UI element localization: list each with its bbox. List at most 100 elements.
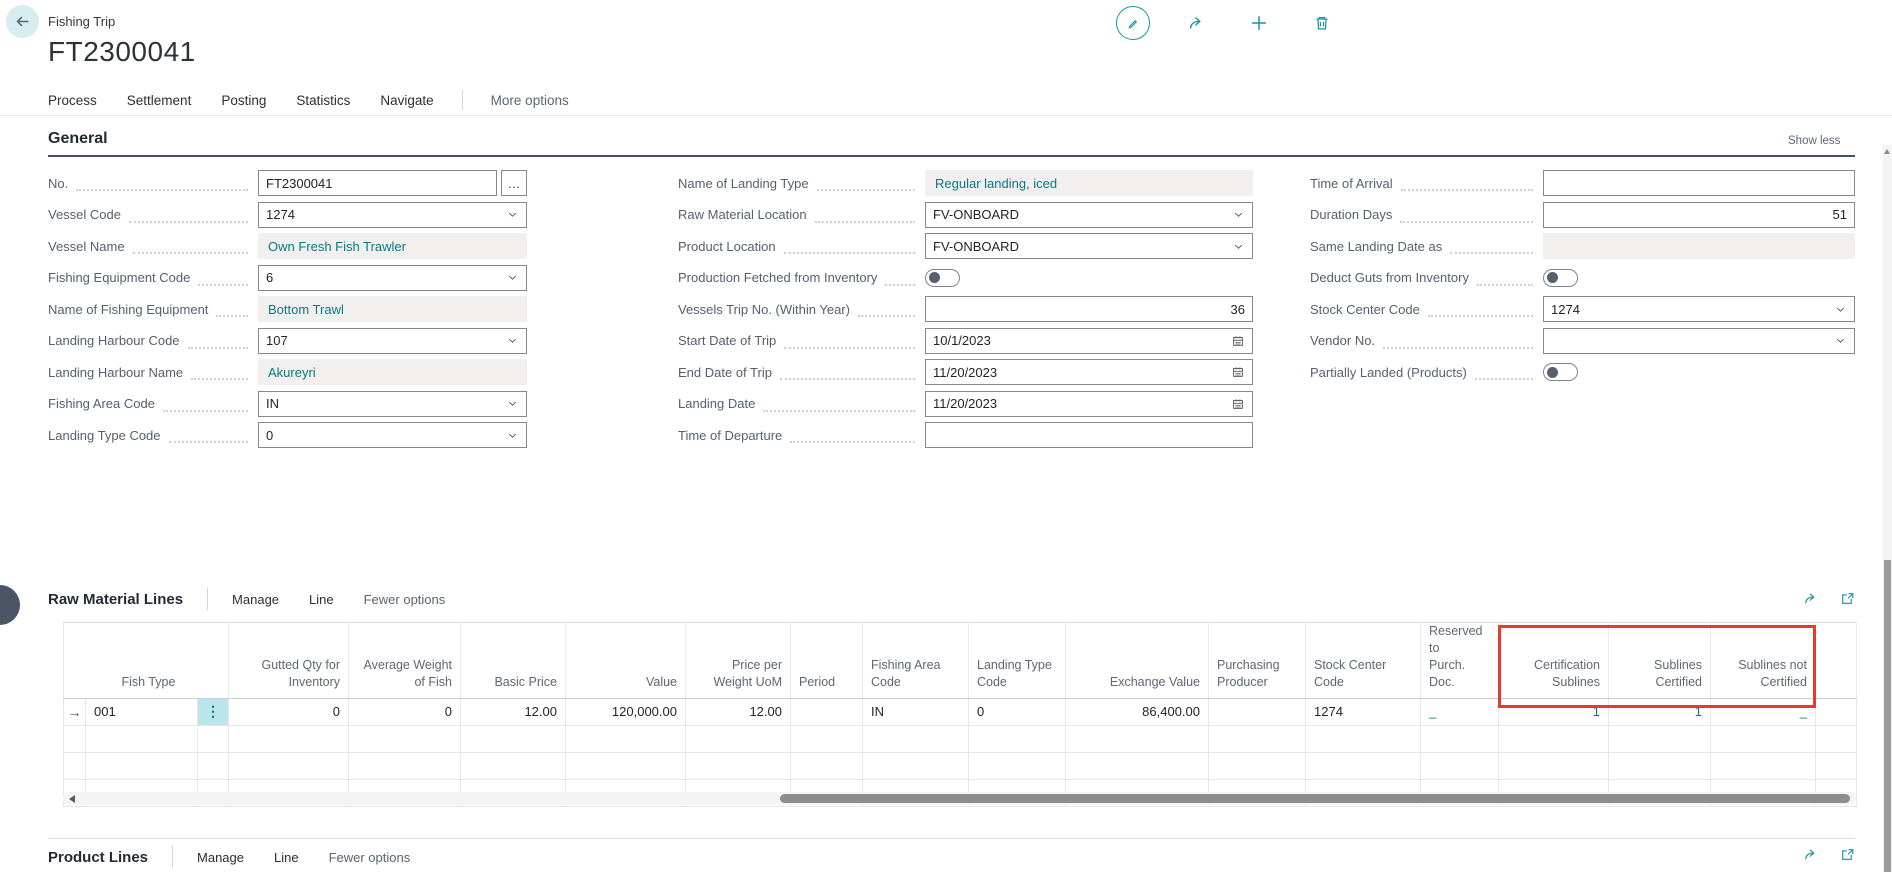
scroll-left-arrow-icon[interactable] [69, 795, 75, 803]
time-of-arrival-input[interactable] [1543, 170, 1855, 196]
column-header-landing-type-code[interactable]: Landing Type Code [969, 623, 1066, 699]
cell-exchange-value[interactable]: 86,400.00 [1066, 698, 1209, 725]
menu-item-more-options[interactable]: More options [491, 93, 569, 108]
vertical-scrollbar[interactable] [1883, 145, 1892, 872]
cell-price-per-weight-uom[interactable]: 12.00 [686, 698, 791, 725]
toggle-partially-landed-products[interactable] [1543, 363, 1578, 381]
cell-value-link[interactable]: _ [1800, 704, 1807, 719]
cell-fishing-area-code[interactable]: IN [863, 698, 969, 725]
column-header-basic-price[interactable]: Basic Price [461, 623, 566, 699]
landing-type-code-input[interactable]: 0 [258, 422, 527, 448]
toggle-deduct-guts-from-inventory[interactable] [1543, 269, 1578, 287]
column-header-value[interactable]: Value [566, 623, 686, 699]
column-header-exchange-value[interactable]: Exchange Value [1066, 623, 1209, 699]
show-less-link[interactable]: Show less [1788, 135, 1840, 147]
menu-item-statistics[interactable]: Statistics [296, 93, 350, 108]
toggle-production-fetched-from-inventory[interactable] [925, 269, 960, 287]
assist-edit-button[interactable]: … [501, 170, 527, 196]
column-header-period[interactable]: Period [791, 623, 863, 699]
chevron-down-icon[interactable] [1232, 240, 1245, 253]
vendor-no-input[interactable] [1543, 328, 1855, 354]
column-header-purchasing-producer[interactable]: Purchasing Producer [1209, 623, 1306, 699]
calendar-icon[interactable] [1231, 365, 1245, 379]
column-header-stock-center-code[interactable]: Stock Center Code [1306, 623, 1421, 699]
column-header-certification-sublines[interactable]: Certification Sublines [1499, 623, 1609, 699]
pl-menu-line[interactable]: Line [274, 850, 299, 865]
column-header-sublines-not-certified[interactable]: Sublines not Certified [1711, 623, 1816, 699]
menu-item-process[interactable]: Process [48, 93, 97, 108]
expand-window-icon[interactable] [1839, 590, 1856, 607]
cell-sublines-not-certified[interactable]: _ [1711, 698, 1816, 725]
menu-item-navigate[interactable]: Navigate [380, 93, 433, 108]
no-input[interactable]: FT2300041 [258, 170, 497, 196]
fishing-equipment-code-input[interactable]: 6 [258, 265, 527, 291]
share-icon[interactable] [1802, 846, 1819, 863]
vessels-trip-no-within-year-input[interactable]: 36 [925, 296, 1253, 322]
share-icon[interactable] [1802, 590, 1819, 607]
cell-reserved-to-purch-doc[interactable]: _ [1421, 698, 1499, 725]
back-button[interactable] [6, 5, 39, 38]
landing-harbour-code-input[interactable]: 107 [258, 328, 527, 354]
calendar-icon[interactable] [1231, 334, 1245, 348]
cell-fish-type[interactable]: 001 [86, 698, 198, 725]
general-section-heading[interactable]: General [48, 130, 108, 148]
cell-period[interactable] [791, 698, 863, 725]
stock-center-code-input[interactable]: 1274 [1543, 296, 1855, 322]
fishing-area-code-input[interactable]: IN [258, 391, 527, 417]
end-date-of-trip-input[interactable]: 11/20/2023 [925, 359, 1253, 385]
chevron-down-icon[interactable] [506, 429, 519, 442]
cell-stock-center-code[interactable]: 1274 [1306, 698, 1421, 725]
cell-value-link[interactable]: 1 [1695, 704, 1702, 719]
share-button[interactable] [1179, 6, 1213, 40]
pl-menu-manage[interactable]: Manage [197, 850, 244, 865]
rml-menu-line[interactable]: Line [309, 592, 334, 607]
chevron-down-icon[interactable] [506, 334, 519, 347]
side-panel-handle[interactable] [0, 585, 20, 625]
edit-button[interactable] [1116, 6, 1150, 40]
landing-date-input[interactable]: 11/20/2023 [925, 391, 1253, 417]
rml-menu-fewer-options[interactable]: Fewer options [364, 592, 446, 607]
row-options-button[interactable]: ⋮ [198, 698, 229, 725]
cell-basic-price[interactable]: 12.00 [461, 698, 566, 725]
chevron-down-icon[interactable] [506, 397, 519, 410]
chevron-down-icon[interactable] [506, 208, 519, 221]
rml-menu-manage[interactable]: Manage [232, 592, 279, 607]
cell-sublines-certified[interactable]: 1 [1609, 698, 1711, 725]
column-header-average-weight-of-fish[interactable]: Average Weight of Fish [349, 623, 461, 699]
add-button[interactable] [1242, 6, 1276, 40]
cell-gutted-qty-for-inventory[interactable]: 0 [229, 698, 349, 725]
product-location-input[interactable]: FV-ONBOARD [925, 233, 1253, 259]
column-header-sublines-certified[interactable]: Sublines Certified [1609, 623, 1711, 699]
chevron-down-icon[interactable] [1834, 303, 1847, 316]
delete-button[interactable] [1305, 6, 1339, 40]
scroll-up-arrow-icon[interactable] [1884, 149, 1890, 154]
horizontal-scrollbar-thumb[interactable] [780, 794, 1850, 803]
calendar-icon[interactable] [1231, 397, 1245, 411]
raw-material-location-input[interactable]: FV-ONBOARD [925, 202, 1253, 228]
column-header-reserved-to-purch-doc[interactable]: Reserved to Purch. Doc. [1421, 623, 1499, 699]
cell-average-weight-of-fish[interactable]: 0 [349, 698, 461, 725]
column-header-gutted-qty-for-inventory[interactable]: Gutted Qty for Inventory [229, 623, 349, 699]
cell-landing-type-code[interactable]: 0 [969, 698, 1066, 725]
duration-days-input[interactable]: 51 [1543, 202, 1855, 228]
cell-blank[interactable] [1816, 698, 1857, 725]
cell-value-link[interactable]: _ [1429, 704, 1436, 719]
start-date-of-trip-input[interactable]: 10/1/2023 [925, 328, 1253, 354]
expand-window-icon[interactable] [1839, 846, 1856, 863]
chevron-down-icon[interactable] [506, 271, 519, 284]
cell-purchasing-producer[interactable] [1209, 698, 1306, 725]
column-header-fish-type[interactable]: Fish Type [86, 623, 198, 699]
vertical-scrollbar-thumb[interactable] [1884, 560, 1891, 872]
cell-value-link[interactable]: 1 [1593, 704, 1600, 719]
pl-menu-fewer-options[interactable]: Fewer options [329, 850, 411, 865]
cell-value[interactable]: 120,000.00 [566, 698, 686, 725]
column-header-price-per-weight-uom[interactable]: Price per Weight UoM [686, 623, 791, 699]
chevron-down-icon[interactable] [1834, 334, 1847, 347]
column-header-fishing-area-code[interactable]: Fishing Area Code [863, 623, 969, 699]
menu-item-settlement[interactable]: Settlement [127, 93, 192, 108]
cell-certification-sublines[interactable]: 1 [1499, 698, 1609, 725]
chevron-down-icon[interactable] [1232, 208, 1245, 221]
horizontal-scrollbar[interactable] [63, 792, 1856, 805]
menu-item-posting[interactable]: Posting [221, 93, 266, 108]
time-of-departure-input[interactable] [925, 422, 1253, 448]
